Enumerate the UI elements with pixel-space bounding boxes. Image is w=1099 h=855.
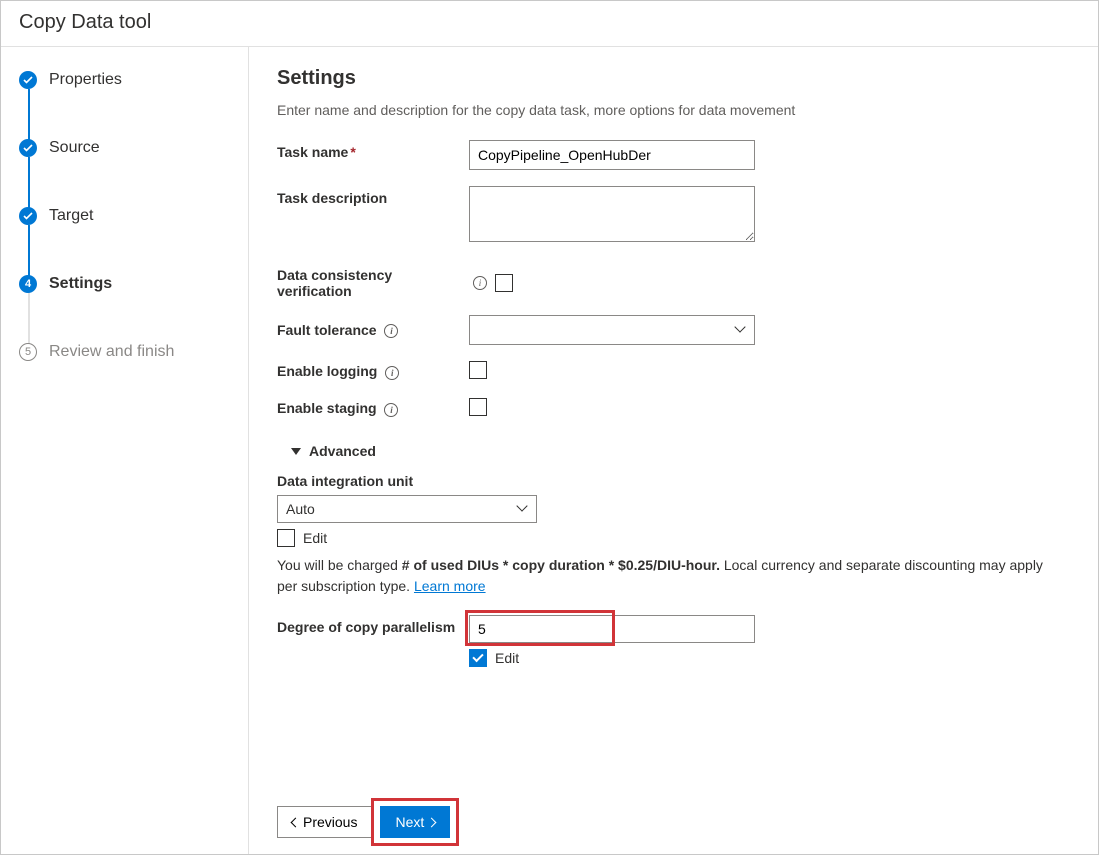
expand-icon — [291, 448, 301, 455]
copy-data-tool-window: Copy Data tool Properties Source — [0, 0, 1099, 855]
data-consistency-row: Data consistency verification i — [277, 267, 1070, 299]
diu-select[interactable]: Auto — [277, 495, 537, 523]
parallelism-input[interactable] — [469, 615, 755, 643]
diu-label: Data integration unit — [277, 473, 1070, 489]
window-body: Properties Source Target 4 Settings — [1, 47, 1098, 854]
chevron-down-icon — [736, 325, 746, 335]
step-connector — [28, 157, 30, 208]
info-icon[interactable]: i — [384, 324, 398, 338]
diu-edit-label: Edit — [303, 530, 327, 546]
parallelism-row: Degree of copy parallelism Edit — [277, 615, 1070, 667]
info-icon[interactable]: i — [384, 403, 398, 417]
step-label: Target — [49, 207, 93, 225]
wizard-steps-sidebar: Properties Source Target 4 Settings — [1, 47, 249, 854]
advanced-toggle[interactable]: Advanced — [291, 443, 376, 459]
info-icon[interactable]: i — [473, 276, 487, 290]
step-label: Review and finish — [49, 343, 174, 361]
step-review-finish[interactable]: 5 Review and finish — [19, 343, 248, 411]
task-name-input[interactable] — [469, 140, 755, 170]
main-panel: Settings Enter name and description for … — [249, 47, 1098, 854]
diu-section: Data integration unit Auto Edit You will… — [277, 473, 1070, 597]
chevron-right-icon — [427, 817, 437, 827]
info-icon[interactable]: i — [385, 366, 399, 380]
parallelism-edit-checkbox[interactable] — [469, 649, 487, 667]
step-connector — [28, 225, 30, 276]
task-description-label: Task description — [277, 186, 469, 206]
enable-staging-row: Enable staging i — [277, 398, 1070, 419]
task-name-row: Task name* — [277, 140, 1070, 170]
page-title: Settings — [277, 67, 1070, 90]
step-label: Source — [49, 139, 100, 157]
step-source[interactable]: Source — [19, 139, 248, 207]
task-description-input[interactable] — [469, 186, 755, 242]
learn-more-link[interactable]: Learn more — [414, 578, 486, 594]
data-consistency-label: Data consistency verification — [277, 267, 469, 299]
parallelism-edit-row: Edit — [469, 649, 1070, 667]
step-properties[interactable]: Properties — [19, 71, 248, 139]
next-button[interactable]: Next — [380, 806, 450, 838]
step-settings[interactable]: 4 Settings — [19, 275, 248, 343]
fault-tolerance-row: Fault tolerance i — [277, 315, 1070, 345]
data-consistency-checkbox[interactable] — [495, 274, 513, 292]
step-number-icon: 4 — [19, 275, 37, 293]
enable-logging-label: Enable logging i — [277, 363, 469, 379]
task-description-row: Task description — [277, 186, 1070, 245]
settings-form: Task name* Task description Data consist… — [277, 140, 1070, 794]
diu-note: You will be charged # of used DIUs * cop… — [277, 555, 1067, 597]
parallelism-edit-label: Edit — [495, 650, 519, 666]
step-connector — [28, 293, 30, 344]
step-number-icon: 5 — [19, 343, 37, 361]
previous-button[interactable]: Previous — [277, 806, 372, 838]
check-icon — [19, 71, 37, 89]
advanced-label: Advanced — [309, 443, 376, 459]
fault-tolerance-label: Fault tolerance i — [277, 322, 469, 338]
diu-edit-row: Edit — [277, 529, 1070, 547]
enable-logging-row: Enable logging i — [277, 361, 1070, 382]
enable-logging-checkbox[interactable] — [469, 361, 487, 379]
step-label: Settings — [49, 275, 112, 293]
chevron-down-icon — [518, 504, 528, 514]
step-target[interactable]: Target — [19, 207, 248, 275]
diu-edit-checkbox[interactable] — [277, 529, 295, 547]
fault-tolerance-select[interactable] — [469, 315, 755, 345]
check-icon — [19, 139, 37, 157]
step-connector — [28, 89, 30, 140]
parallelism-label: Degree of copy parallelism — [277, 615, 469, 635]
step-label: Properties — [49, 71, 122, 89]
chevron-left-icon — [291, 817, 301, 827]
page-description: Enter name and description for the copy … — [277, 102, 1070, 118]
enable-staging-label: Enable staging i — [277, 400, 469, 416]
window-title: Copy Data tool — [1, 1, 1098, 47]
enable-staging-checkbox[interactable] — [469, 398, 487, 416]
task-name-label: Task name* — [277, 140, 469, 160]
check-icon — [19, 207, 37, 225]
wizard-footer: Previous Next — [277, 794, 1070, 838]
